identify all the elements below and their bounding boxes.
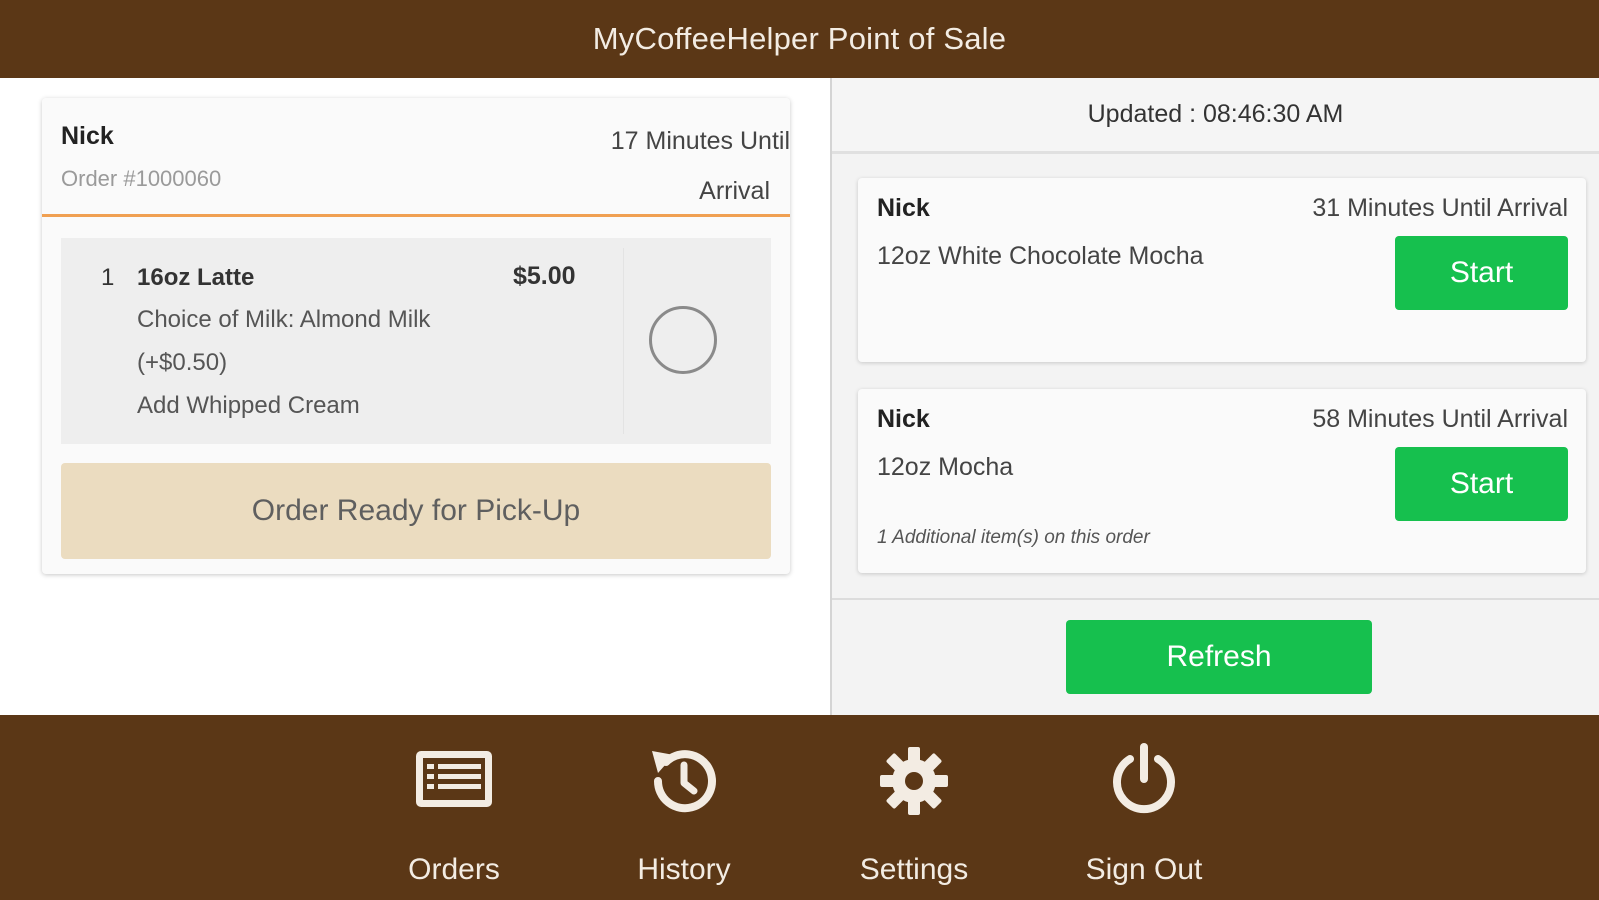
customer-name: Nick bbox=[61, 122, 114, 150]
item-price: $5.00 bbox=[513, 262, 576, 290]
item-complete-checkbox[interactable] bbox=[649, 306, 717, 374]
refresh-button[interactable]: Refresh bbox=[1066, 620, 1372, 694]
gear-icon bbox=[880, 747, 948, 815]
queue-item-name: 12oz White Chocolate Mocha bbox=[877, 242, 1204, 270]
item-modifier: (+$0.50) bbox=[137, 349, 228, 376]
order-item-row: 1 16oz Latte $5.00 Choice of Milk: Almon… bbox=[61, 238, 771, 444]
order-card-header: Nick Order #1000060 17 Minutes Until Arr… bbox=[42, 98, 790, 217]
orders-list-icon bbox=[416, 751, 492, 807]
nav-settings[interactable]: Settings bbox=[824, 715, 1004, 900]
item-modifier: Add Whipped Cream bbox=[137, 392, 360, 419]
nav-history-label: History bbox=[637, 853, 731, 886]
nav-orders[interactable]: Orders bbox=[364, 715, 544, 900]
item-modifier: Choice of Milk: Almond Milk bbox=[137, 306, 431, 333]
start-order-button[interactable]: Start bbox=[1395, 236, 1568, 310]
nav-sign-out[interactable]: Sign Out bbox=[1054, 715, 1234, 900]
active-order-card: Nick Order #1000060 17 Minutes Until Arr… bbox=[42, 98, 790, 574]
pos-app: MyCoffeeHelper Point of Sale Nick Order … bbox=[0, 0, 1599, 900]
start-order-button[interactable]: Start bbox=[1395, 447, 1568, 521]
additional-items-note: 1 Additional item(s) on this order bbox=[877, 527, 1150, 548]
item-name: 16oz Latte bbox=[137, 264, 255, 291]
queue-order-card: Nick 58 Minutes Until Arrival 12oz Mocha… bbox=[858, 389, 1586, 573]
app-header: MyCoffeeHelper Point of Sale bbox=[0, 0, 1599, 78]
active-order-panel: Nick Order #1000060 17 Minutes Until Arr… bbox=[0, 78, 830, 715]
arrival-time: 17 Minutes Until Arrival bbox=[560, 116, 790, 216]
bottom-nav: Orders History Settings Sign Out bbox=[0, 715, 1599, 900]
item-quantity: 1 bbox=[101, 264, 115, 291]
queue-customer-name: Nick bbox=[877, 194, 930, 222]
arrival-time-line2: Arrival bbox=[699, 177, 770, 205]
nav-sign-out-label: Sign Out bbox=[1085, 853, 1203, 886]
queue-arrival-time: 58 Minutes Until Arrival bbox=[1312, 405, 1568, 433]
arrival-time-line1: 17 Minutes Until bbox=[610, 127, 790, 155]
order-queue-panel: Updated : 08:46:30 AM Nick 31 Minutes Un… bbox=[830, 78, 1599, 715]
nav-history[interactable]: History bbox=[594, 715, 774, 900]
queue-arrival-time: 31 Minutes Until Arrival bbox=[1312, 194, 1568, 222]
queue-item-name: 12oz Mocha bbox=[877, 453, 1014, 481]
order-ready-button[interactable]: Order Ready for Pick-Up bbox=[61, 463, 771, 559]
nav-orders-label: Orders bbox=[408, 853, 500, 886]
updated-timestamp: Updated : 08:46:30 AM bbox=[832, 78, 1599, 154]
power-icon bbox=[1113, 743, 1175, 814]
queue-customer-name: Nick bbox=[877, 405, 930, 433]
order-number: Order #1000060 bbox=[61, 166, 222, 191]
app-title: MyCoffeeHelper Point of Sale bbox=[592, 21, 1007, 56]
item-divider bbox=[623, 248, 624, 434]
nav-settings-label: Settings bbox=[859, 853, 969, 886]
history-icon bbox=[652, 750, 716, 813]
queue-order-card: Nick 31 Minutes Until Arrival 12oz White… bbox=[858, 178, 1586, 362]
refresh-divider bbox=[832, 598, 1599, 600]
